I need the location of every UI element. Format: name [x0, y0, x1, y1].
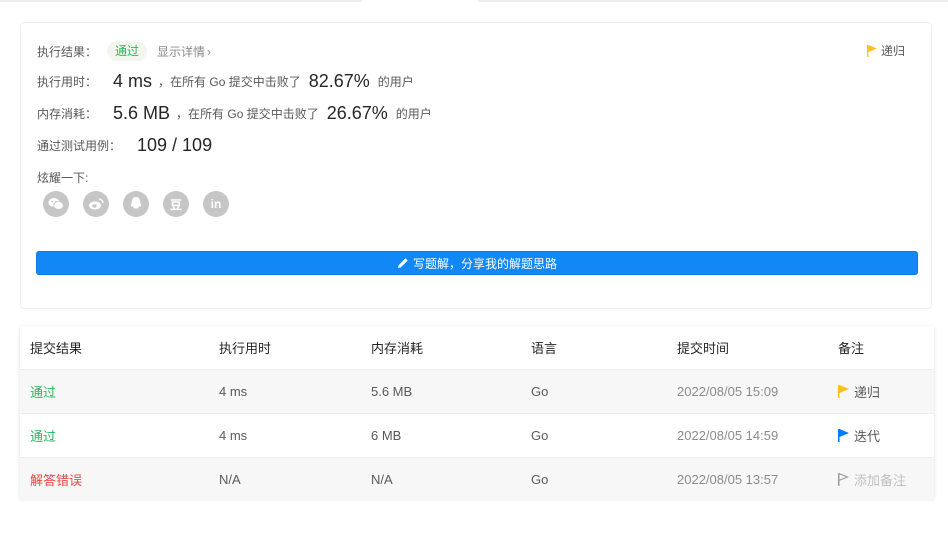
flag-icon [838, 385, 849, 398]
runtime-beat-suffix: 的用户 [377, 75, 414, 89]
row-time: 2022/08/05 15:09 [677, 384, 779, 399]
runtime-beat-prefix: ，在所有 Go 提交中击败了 [158, 75, 301, 89]
chevron-right-icon: › [207, 44, 212, 59]
row-note[interactable]: 递归 [838, 370, 880, 413]
share-icons: 豆 in [43, 191, 243, 217]
memory-label: 内存消耗： [37, 107, 98, 121]
result-panel: 执行结果： 通过 显示详情 › 递归 执行用时： 4 ms ，在所有 Go 提交中… [20, 22, 932, 309]
runtime-beat-percent: 82.67% [308, 71, 370, 91]
row-note[interactable]: 添加备注 [838, 458, 906, 501]
share-row: 炫耀一下: [37, 169, 88, 186]
row-time: 2022/08/05 13:57 [677, 472, 779, 487]
row-time: 2022/08/05 14:59 [677, 428, 779, 443]
header-runtime: 执行用时 [219, 341, 272, 356]
flag-icon [838, 429, 849, 442]
memory-beat-prefix: ，在所有 Go 提交中击败了 [176, 107, 319, 121]
status-label: 执行结果： [37, 44, 98, 59]
active-tab-indicator [362, 0, 478, 3]
row-note-label: 递归 [854, 385, 881, 400]
row-runtime: N/A [219, 472, 241, 487]
note-tag[interactable]: 递归 [866, 42, 905, 59]
write-solution-button[interactable]: 写题解，分享我的解题思路 [36, 251, 918, 275]
flag-outline-icon [838, 473, 849, 486]
submissions-table: 提交结果 执行用时 内存消耗 语言 提交时间 备注 通过 4 ms 5.6 MB… [20, 326, 934, 501]
header-memory: 内存消耗 [371, 341, 424, 356]
row-language: Go [531, 384, 549, 399]
pencil-icon [397, 258, 408, 268]
write-solution-label: 写题解，分享我的解题思路 [412, 256, 557, 271]
table-row[interactable]: 解答错误 N/A N/A Go 2022/08/05 13:57 添加备注 [20, 458, 934, 501]
row-runtime: 4 ms [219, 428, 248, 443]
row-memory: N/A [371, 472, 393, 487]
row-memory: 5.6 MB [371, 384, 413, 399]
table-row[interactable]: 通过 4 ms 6 MB Go 2022/08/05 14:59 迭代 [20, 414, 934, 458]
note-label: 递归 [880, 44, 905, 58]
row-language: Go [531, 428, 549, 443]
status-badge: 通过 [107, 41, 148, 61]
douban-icon[interactable]: 豆 [163, 191, 189, 217]
row-status[interactable]: 通过 [30, 414, 56, 457]
header-time: 提交时间 [677, 341, 730, 356]
tests-row: 通过测试用例： 109 / 109 [37, 135, 212, 156]
douban-glyph: 豆 [169, 197, 182, 212]
tests-value: 109 / 109 [137, 135, 213, 155]
add-note-label: 添加备注 [854, 473, 907, 488]
flag-icon [866, 44, 877, 57]
qq-icon[interactable] [123, 191, 149, 217]
weibo-icon[interactable] [83, 191, 109, 217]
row-note-label: 迭代 [854, 429, 881, 444]
tests-label: 通过测试用例： [37, 139, 122, 153]
runtime-row: 执行用时： 4 ms ，在所有 Go 提交中击败了 82.67% 的用户 [37, 71, 414, 92]
row-status[interactable]: 通过 [30, 370, 56, 413]
linkedin-icon[interactable]: in [203, 191, 229, 217]
table-header: 提交结果 执行用时 内存消耗 语言 提交时间 备注 [20, 326, 934, 370]
runtime-value: 4 ms [113, 71, 153, 91]
wechat-icon[interactable] [43, 191, 69, 217]
header-status: 提交结果 [30, 341, 83, 356]
row-status[interactable]: 解答错误 [30, 458, 82, 501]
share-label: 炫耀一下: [37, 171, 89, 185]
status-row: 执行结果： 通过 显示详情 › [37, 41, 211, 61]
show-details-label: 显示详情 [157, 44, 206, 59]
row-language: Go [531, 472, 549, 487]
header-note: 备注 [838, 341, 865, 356]
memory-beat-percent: 26.67% [326, 103, 388, 123]
runtime-label: 执行用时： [37, 75, 98, 89]
memory-value: 5.6 MB [113, 103, 171, 123]
header-language: 语言 [531, 341, 558, 356]
show-details-link[interactable]: 显示详情 › [157, 43, 211, 60]
linkedin-glyph: in [210, 197, 222, 211]
row-memory: 6 MB [371, 428, 402, 443]
row-runtime: 4 ms [219, 384, 248, 399]
memory-beat-suffix: 的用户 [395, 107, 432, 121]
memory-row: 内存消耗： 5.6 MB ，在所有 Go 提交中击败了 26.67% 的用户 [37, 103, 432, 124]
row-note[interactable]: 迭代 [838, 414, 880, 457]
table-row[interactable]: 通过 4 ms 5.6 MB Go 2022/08/05 15:09 递归 [20, 370, 934, 414]
